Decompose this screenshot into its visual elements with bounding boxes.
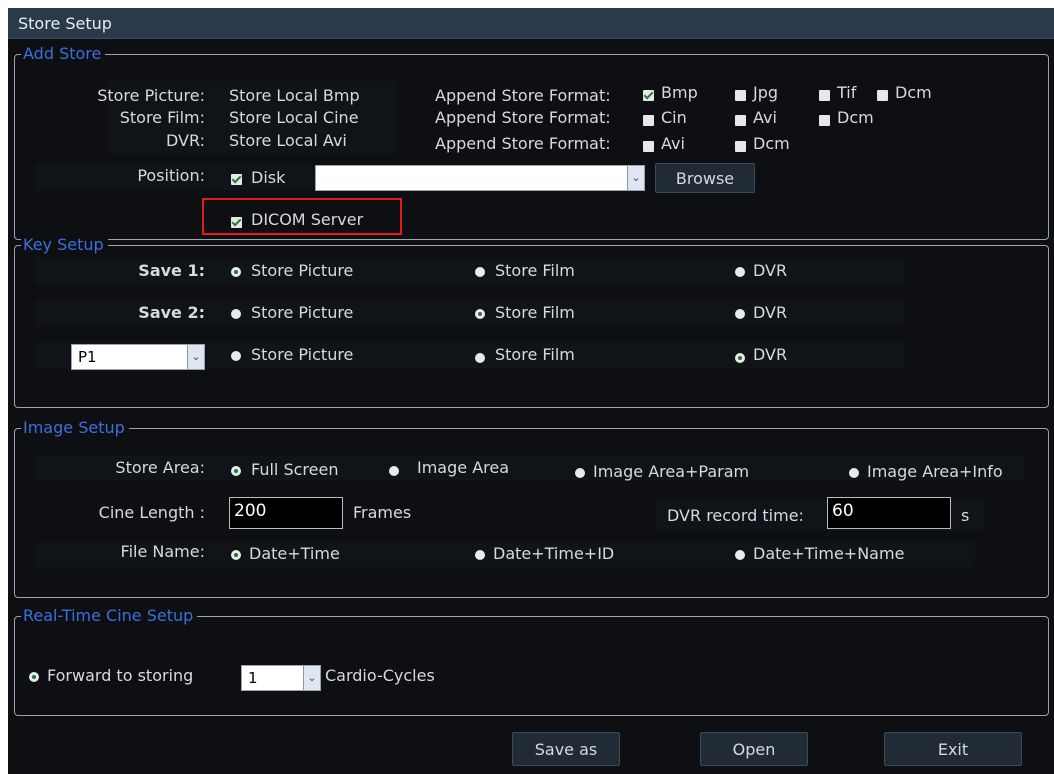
store-picture-label: Store Picture: (97, 86, 205, 105)
checkbox-icon[interactable] (231, 217, 242, 228)
dvr-value: Store Local Avi (229, 131, 347, 150)
radio-icon[interactable] (29, 672, 39, 682)
store-film-label: Store Film: (119, 108, 205, 127)
picture-append-format-label: Append Store Format: (435, 86, 611, 105)
cardio-cycles-combo[interactable]: 1 ⌄ (241, 665, 321, 691)
chevron-down-icon[interactable]: ⌄ (303, 666, 320, 690)
radio-icon[interactable] (231, 351, 241, 361)
radio-icon[interactable] (475, 267, 485, 277)
dvr-record-time-unit: s (961, 506, 970, 525)
radio-icon[interactable] (475, 353, 485, 363)
add-store-group: Add Store Store Picture: Store Local Bmp… (14, 45, 1049, 240)
realtime-cine-legend: Real-Time Cine Setup (21, 607, 198, 625)
checkbox-icon[interactable] (735, 90, 746, 101)
open-button[interactable]: Open (700, 732, 808, 766)
checkbox-icon[interactable] (877, 90, 888, 101)
checkbox-icon[interactable] (643, 141, 654, 152)
checkbox-icon[interactable] (231, 174, 242, 185)
dvr-label: DVR: (166, 131, 205, 150)
position-label: Position: (137, 166, 205, 185)
store-film-value: Store Local Cine (229, 108, 359, 127)
checkbox-icon[interactable] (819, 115, 830, 126)
radio-icon[interactable] (735, 353, 745, 363)
dvr-record-time-input[interactable]: 60 (827, 497, 951, 529)
save2-label: Save 2: (138, 303, 205, 322)
radio-icon[interactable] (849, 468, 859, 478)
store-area-label: Store Area: (115, 458, 205, 477)
radio-icon[interactable] (735, 267, 745, 277)
radio-icon[interactable] (735, 550, 745, 560)
checkbox-icon[interactable] (735, 141, 746, 152)
checkbox-icon[interactable] (735, 115, 746, 126)
p-key-combo[interactable]: P1 ⌄ (71, 344, 205, 370)
cardio-cycles-label: Cardio-Cycles (325, 666, 435, 685)
frames-label: Frames (353, 503, 412, 522)
store-picture-value: Store Local Bmp (229, 86, 360, 105)
chevron-down-icon[interactable]: ⌄ (187, 345, 204, 369)
film-append-format-label: Append Store Format: (435, 108, 611, 127)
dvr-append-format-label: Append Store Format: (435, 134, 611, 153)
cine-length-input[interactable]: 200 (229, 497, 343, 529)
image-setup-legend: Image Setup (21, 419, 129, 437)
save1-label: Save 1: (138, 261, 205, 280)
checkbox-icon[interactable] (819, 90, 830, 101)
key-setup-legend: Key Setup (21, 236, 108, 254)
file-name-label: File Name: (120, 542, 205, 561)
radio-icon[interactable] (231, 309, 241, 319)
chevron-down-icon[interactable]: ⌄ (627, 166, 644, 190)
radio-icon[interactable] (475, 550, 485, 560)
radio-icon[interactable] (231, 466, 241, 476)
save-as-button[interactable]: Save as (512, 732, 620, 766)
dvr-record-time-label: DVR record time: (667, 506, 804, 525)
image-setup-group: Image Setup Store Area: Full Screen Imag… (14, 419, 1049, 598)
key-setup-group: Key Setup Save 1: Store Picture Store Fi… (14, 236, 1049, 408)
realtime-cine-group: Real-Time Cine Setup Forward to storing … (14, 607, 1049, 716)
radio-icon[interactable] (475, 309, 485, 319)
exit-button[interactable]: Exit (884, 732, 1022, 766)
add-store-legend: Add Store (21, 45, 106, 63)
radio-icon[interactable] (735, 309, 745, 319)
radio-icon[interactable] (575, 468, 585, 478)
store-setup-dialog: Store Setup Add Store Store Picture: Sto… (8, 8, 1054, 774)
checkbox-icon[interactable] (643, 115, 654, 126)
browse-button[interactable]: Browse (655, 163, 755, 193)
checkbox-icon[interactable] (643, 90, 654, 101)
radio-icon[interactable] (231, 550, 241, 560)
radio-icon[interactable] (389, 466, 399, 476)
path-combo[interactable]: ⌄ (315, 165, 645, 191)
dialog-title: Store Setup (8, 8, 1054, 39)
cine-length-label: Cine Length : (98, 503, 205, 522)
radio-icon[interactable] (231, 267, 241, 277)
